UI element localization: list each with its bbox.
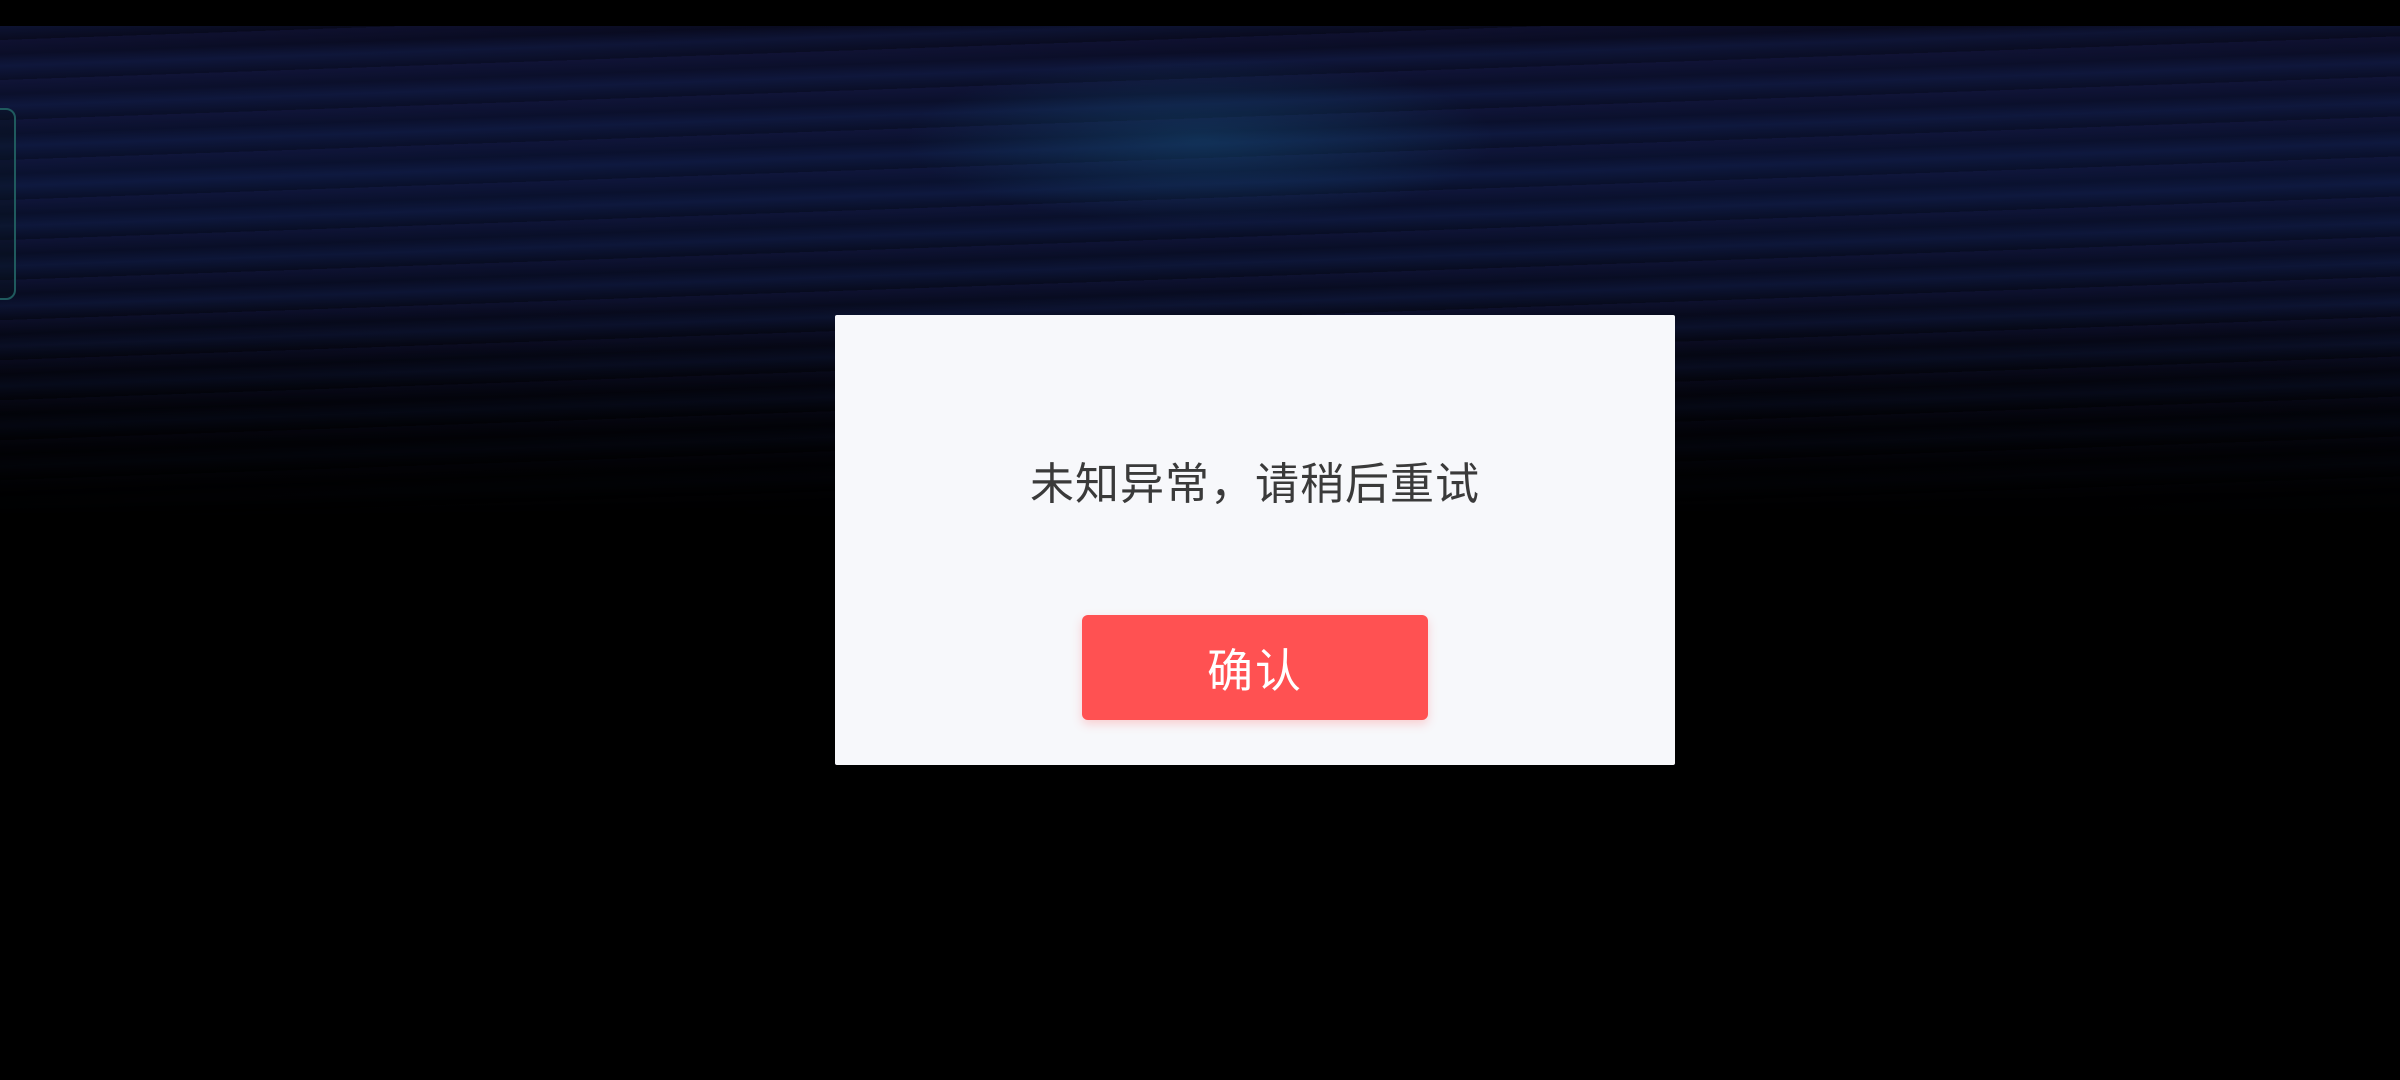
app-screen: 未知异常，请稍后重试 确认: [0, 0, 2400, 1080]
side-panel-tab[interactable]: [0, 108, 16, 300]
confirm-button[interactable]: 确认: [1082, 615, 1428, 720]
status-bar: [0, 0, 2400, 26]
dialog-message: 未知异常，请稍后重试: [1030, 459, 1480, 510]
error-dialog: 未知异常，请稍后重试 确认: [835, 315, 1675, 765]
